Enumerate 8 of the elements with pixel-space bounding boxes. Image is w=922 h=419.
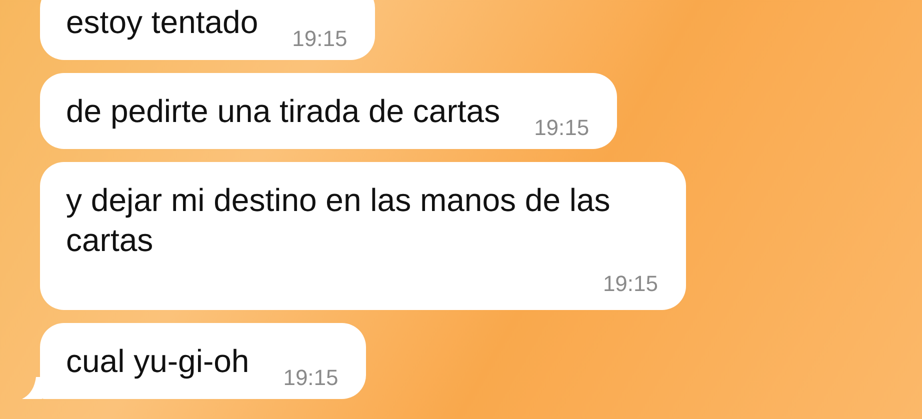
- message-time: 19:15: [283, 365, 338, 391]
- message-time: 19:15: [534, 115, 590, 141]
- message-text: cual yu-gi-oh: [66, 342, 250, 381]
- message-time: 19:15: [292, 26, 348, 52]
- message-time: 19:15: [602, 271, 658, 296]
- message-text: de pedirte una tirada de cartas: [66, 92, 500, 131]
- message-text: estoy tentado: [66, 3, 258, 42]
- message-text: y dejar mi destino en las manos de las cartas: [66, 181, 612, 260]
